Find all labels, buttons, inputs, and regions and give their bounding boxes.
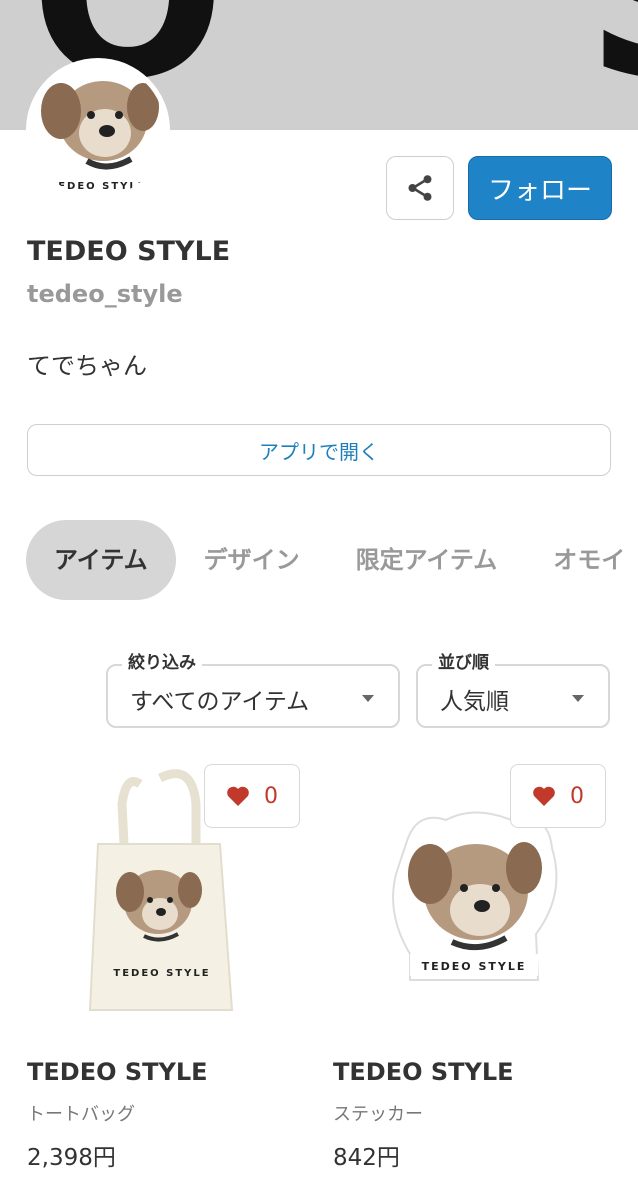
sort-label: 並び順 [432, 652, 495, 674]
chevron-down-icon [362, 695, 374, 702]
share-icon [408, 175, 432, 201]
shop-name: TEDEO STYLE [27, 236, 231, 267]
tab-designs[interactable]: デザイン [176, 520, 328, 600]
share-button[interactable] [386, 156, 454, 220]
filter-select[interactable]: 絞り込み すべてのアイテム [106, 652, 400, 728]
shop-bio: てでちゃん [27, 352, 147, 380]
item-price: 842円 [333, 1145, 400, 1171]
filter-label: 絞り込み [122, 652, 202, 674]
avatar[interactable]: TEDEO STYLE [26, 58, 170, 202]
item-name[interactable]: TEDEO STYLE [27, 1058, 208, 1086]
tab-bar: アイテム デザイン 限定アイテム オモイ [26, 520, 638, 600]
heart-icon [533, 786, 555, 806]
tab-omoi[interactable]: オモイ [525, 520, 638, 600]
tote-print-text: TEDEO STYLE [113, 968, 210, 979]
item-type: ステッカー [333, 1104, 423, 1125]
sticker-print-text: TEDEO STYLE [422, 960, 527, 973]
shop-handle: tedeo_style [27, 280, 183, 308]
dog-avatar-image: TEDEO STYLE [31, 63, 165, 197]
follow-button[interactable]: フォロー [468, 156, 612, 220]
item-type: トートバッグ [27, 1104, 135, 1125]
like-button[interactable]: 0 [510, 764, 606, 828]
open-in-app-button[interactable]: アプリで開く [27, 424, 611, 476]
sort-select[interactable]: 並び順 人気順 [416, 652, 610, 728]
avatar-caption: TEDEO STYLE [49, 181, 146, 192]
item-name[interactable]: TEDEO STYLE [333, 1058, 514, 1086]
heart-icon [227, 786, 249, 806]
item-price: 2,398円 [27, 1145, 116, 1171]
chevron-down-icon [572, 695, 584, 702]
like-count: 0 [570, 783, 584, 809]
sort-value: 人気順 [440, 689, 509, 715]
tab-limited-items[interactable]: 限定アイテム [328, 520, 526, 600]
like-count: 0 [264, 783, 278, 809]
tab-items[interactable]: アイテム [26, 520, 176, 600]
filter-value: すべてのアイテム [130, 689, 310, 715]
like-button[interactable]: 0 [204, 764, 300, 828]
